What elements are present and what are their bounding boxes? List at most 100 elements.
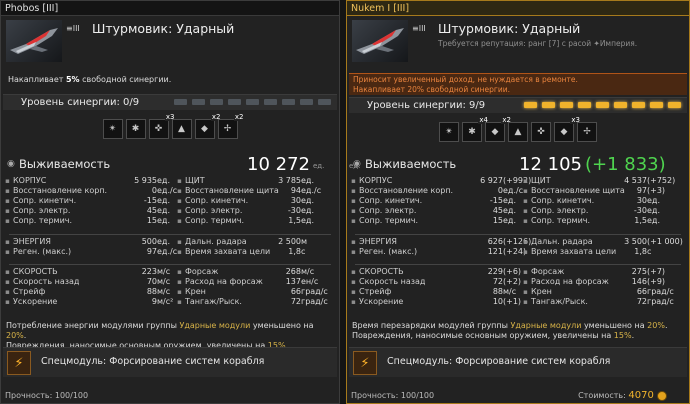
stat-icon: ▪ [351,187,356,195]
stat-unit: м [301,237,308,246]
stat-row: ▪ Реген. (макс.) 121 (+24) ▪ Время захвата це… [349,247,687,257]
module-slot[interactable]: ✢ x2 [217,113,245,139]
stat-label: КОРПУС [13,176,47,185]
module-slot[interactable]: ◆ x3 [554,116,581,142]
stat-icon: ▪ [523,288,528,296]
stat-value: 30 [636,196,647,205]
ship-card-right: Nukem I [III] ≡III Штурмовик: Ударный Требу… [346,0,690,404]
module-icon: ◆ [560,127,568,137]
stat-label: Дальн. радара [531,237,593,246]
module-slot[interactable]: ✴ [102,119,123,139]
lightning-icon: ⚡ [353,351,377,375]
module-slot[interactable]: ✜ [531,122,551,142]
module-icon: ✴ [108,124,117,134]
stat-row: ▪ ЭНЕРГИЯ 500 ед. ▪ Дальн. радара 2 500 м [3,237,337,247]
synergy-pip [318,99,331,105]
module-slot[interactable]: ✢ [577,122,597,142]
synergy-pip [300,99,313,105]
stat-icon: ▪ [351,248,356,256]
stat-value: 1,8 [288,247,301,256]
ship-bonus-notice: Приносит увеличенный доход, не нуждается… [349,73,687,95]
stat-icon: ▪ [523,278,528,286]
stat-value: 15 [146,216,157,225]
stat-row: ▪ Сопр. термич. 15 ед. ▪ Сопр. термич. 1,5 ед. [349,216,687,226]
module-slot[interactable]: ✱ x4 [462,116,489,142]
stat-value: 45 [492,206,503,215]
stat-unit: ед. [503,216,516,225]
stat-value: 9 [151,297,157,306]
stat-label: Сопр. кинетич. [185,196,249,205]
stat-value: 15 [492,216,503,225]
stat-icon: ▪ [5,248,10,256]
stat-value: 30 [290,196,301,205]
stat-value: 3 785 [278,176,301,185]
stat-label: Сопр. электр. [531,206,589,215]
stat-icon: ▪ [177,207,182,215]
stat-unit: (+6) [503,267,522,276]
module-slot[interactable]: ▲ [508,122,528,142]
synergy-pips [524,102,681,108]
credits-icon [657,390,667,401]
synergy-accumulation: Накапливает 5% свободной синергии. [8,75,172,84]
special-module[interactable]: ⚡ Спецмодуль: Форсирование систем корабля [3,347,337,377]
stat-unit: м/с [301,267,315,276]
stat-label: СКОРОСТЬ [13,267,58,276]
stat-value: 72 [290,297,301,306]
stat-label: Время захвата цели [531,247,617,256]
stat-row: ▪ Сопр. кинетич. -15 ед. ▪ Сопр. кинетич. 30 ед… [349,196,687,206]
stat-label: Восстановление щита [185,186,279,195]
special-module[interactable]: ⚡ Спецмодуль: Форсирование систем корабля [349,347,687,377]
module-slot[interactable]: ✜ x3 [148,113,176,139]
survivability-delta: (+1 833) [585,154,666,175]
stat-value: 88 [146,287,157,296]
module-icon: ✱ [468,127,476,137]
module-icon: ✴ [445,127,453,137]
stat-icon: ▪ [177,197,182,205]
survivability-label: Выживаемость [365,157,457,171]
module-icon: ✜ [154,124,163,134]
stat-value: 3 500 [624,237,647,246]
stat-icon: ▪ [351,217,356,225]
survivability-unit: ед. [349,162,361,170]
stats-survival: ▪ КОРПУС 5 935 ед. ▪ ЩИТ 3 785 ед. ▪ Восстановлен… [3,176,337,226]
stat-row: ▪ Стрейф 88 м/с ▪ Крен 66 град/с [349,287,687,297]
synergy-bar: Уровень синергии: 9/9 [349,97,687,113]
stat-value: 268 [285,267,301,276]
stat-unit: м/с [157,267,171,276]
module-slot[interactable]: ◆ x2 [194,113,222,139]
stat-unit: ед. [647,206,660,215]
module-slot[interactable]: ✱ [125,119,146,139]
stat-icon: ▪ [5,177,10,185]
stat-label: ЩИТ [185,176,205,185]
module-icon: ✱ [131,124,140,134]
module-slot[interactable]: ✴ [439,122,459,142]
stat-unit: ед. [157,216,170,225]
stat-unit: ед. [157,176,170,185]
reputation-requirement: Требуется репутация: ранг [7] с расой ✦И… [438,39,638,48]
stat-row: ▪ СКОРОСТЬ 229 (+6) ▪ Форсаж 275 (+7) [349,267,687,277]
stat-row: ▪ Сопр. термич. 15 ед. ▪ Сопр. термич. 1,5 ед. [3,216,337,226]
stat-value: 1,5 [634,216,647,225]
stat-icon: ▪ [5,278,10,286]
module-slot[interactable]: ◆ x2 [485,116,512,142]
stat-label: ЭНЕРГИЯ [359,237,397,246]
module-icon: ▲ [178,124,185,134]
stat-icon: ▪ [523,217,528,225]
stat-value: 45 [146,206,157,215]
stat-icon: ▪ [351,278,356,286]
stat-value: 88 [492,287,503,296]
synergy-pip [524,102,537,108]
stat-icon: ▪ [351,238,356,246]
stat-icon: ▪ [5,187,10,195]
rank-chevron-icon: ≡III [412,24,426,33]
synergy-pip [542,102,555,108]
stat-label: Форсаж [531,267,565,276]
stat-row: ▪ Восстановление корп. 0 ед./с ▪ Восстановлен… [3,186,337,196]
stat-row: ▪ Скорость назад 72 (+2) ▪ Расход на форсаж 14… [349,277,687,287]
durability: Прочность: 100/100 [351,391,435,400]
stat-value: 0 [151,186,157,195]
module-slot[interactable]: ▲ [171,119,192,139]
stat-icon: ▪ [5,207,10,215]
stat-value: 4 537 [624,176,647,185]
stat-unit: ед. [503,206,516,215]
